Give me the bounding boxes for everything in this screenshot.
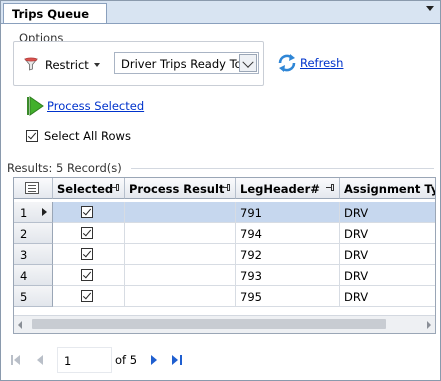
- column-header-label: Assignment Type: [344, 182, 435, 196]
- restrict-filter-value: Driver Trips Ready To S: [121, 57, 239, 71]
- table-row[interactable]: 1 791 DRV: [14, 202, 435, 223]
- column-header-label: Process Result: [129, 182, 225, 196]
- process-result-cell: [125, 223, 236, 244]
- assignment-type-cell: DRV: [340, 223, 435, 244]
- assignment-type-cell: DRV: [340, 244, 435, 265]
- select-all-rows-label[interactable]: Select All Rows: [44, 129, 131, 143]
- table-row[interactable]: 2 794 DRV: [14, 223, 435, 244]
- process-result-cell: [125, 286, 236, 307]
- scroll-right-icon[interactable]: [427, 321, 431, 329]
- pin-icon[interactable]: [111, 183, 120, 192]
- row-selected-checkbox[interactable]: [81, 227, 93, 239]
- play-icon[interactable]: [26, 96, 44, 116]
- options-group: Restrict Driver Trips Ready To S: [13, 41, 264, 86]
- selected-cell[interactable]: [53, 223, 125, 244]
- row-selected-checkbox[interactable]: [81, 290, 93, 302]
- page-count-label: of 5: [115, 353, 138, 367]
- results-divider: [131, 168, 434, 169]
- legheader-cell: 795: [236, 286, 340, 307]
- results-grid: Selected Process Result LegHeader# Assig…: [13, 177, 436, 334]
- process-selected-link[interactable]: Process Selected: [47, 99, 144, 113]
- restrict-filter-select[interactable]: Driver Trips Ready To S: [114, 52, 259, 74]
- pin-icon[interactable]: [222, 183, 231, 192]
- legheader-cell: 793: [236, 265, 340, 286]
- trips-queue-window: Trips Queue Options Restrict Driver Trip…: [0, 0, 441, 381]
- process-result-cell: [125, 244, 236, 265]
- pin-icon[interactable]: [326, 183, 335, 192]
- last-page-icon[interactable]: [172, 354, 184, 366]
- funnel-filter-icon[interactable]: [24, 57, 38, 71]
- assignment-type-cell: DRV: [340, 286, 435, 307]
- column-chooser-icon[interactable]: [25, 182, 39, 194]
- legheader-cell: 792: [236, 244, 340, 265]
- row-selected-checkbox[interactable]: [81, 269, 93, 281]
- table-row[interactable]: 3 792 DRV: [14, 244, 435, 265]
- refresh-icon[interactable]: [276, 52, 298, 74]
- column-header-legheader[interactable]: LegHeader#: [236, 178, 340, 199]
- select-all-rows-checkbox[interactable]: [26, 130, 38, 142]
- column-header-label: Selected: [57, 182, 114, 196]
- tab-dropdown-icon[interactable]: [426, 6, 434, 11]
- table-row[interactable]: 4 793 DRV: [14, 265, 435, 286]
- scroll-thumb[interactable]: [32, 319, 386, 329]
- previous-page-icon[interactable]: [37, 355, 43, 365]
- horizontal-scrollbar[interactable]: [14, 315, 435, 333]
- column-header-label: LegHeader#: [240, 182, 320, 196]
- assignment-type-cell: DRV: [340, 265, 435, 286]
- column-header-process-result[interactable]: Process Result: [125, 178, 236, 199]
- tab-strip: Trips Queue: [1, 1, 440, 24]
- legheader-cell: 791: [236, 202, 340, 223]
- assignment-type-cell: DRV: [340, 202, 435, 223]
- row-selected-checkbox[interactable]: [81, 206, 93, 218]
- current-row-indicator-icon: [42, 208, 47, 216]
- row-number[interactable]: 1: [14, 202, 53, 223]
- grid-column-chooser[interactable]: [14, 178, 53, 199]
- restrict-caret-icon[interactable]: [94, 63, 100, 67]
- first-page-icon[interactable]: [11, 354, 21, 366]
- scroll-left-icon[interactable]: [18, 321, 22, 329]
- column-header-assignment-type[interactable]: Assignment Type: [340, 178, 435, 199]
- chevron-down-icon[interactable]: [239, 54, 257, 72]
- selected-cell[interactable]: [53, 202, 125, 223]
- row-number[interactable]: 3: [14, 244, 53, 265]
- restrict-dropdown-label[interactable]: Restrict: [45, 58, 89, 72]
- row-number[interactable]: 4: [14, 265, 53, 286]
- column-header-selected[interactable]: Selected: [53, 178, 125, 199]
- refresh-link[interactable]: Refresh: [300, 56, 343, 70]
- table-row[interactable]: 5 795 DRV: [14, 286, 435, 307]
- selected-cell[interactable]: [53, 265, 125, 286]
- row-number[interactable]: 5: [14, 286, 53, 307]
- page-number-input[interactable]: 1: [57, 347, 112, 373]
- selected-cell[interactable]: [53, 286, 125, 307]
- process-result-cell: [125, 202, 236, 223]
- row-selected-checkbox[interactable]: [81, 248, 93, 260]
- tab-trips-queue[interactable]: Trips Queue: [3, 3, 107, 23]
- results-count-label: Results: 5 Record(s): [7, 161, 122, 175]
- legheader-cell: 794: [236, 223, 340, 244]
- row-number[interactable]: 2: [14, 223, 53, 244]
- process-result-cell: [125, 265, 236, 286]
- selected-cell[interactable]: [53, 244, 125, 265]
- next-page-icon[interactable]: [151, 355, 157, 365]
